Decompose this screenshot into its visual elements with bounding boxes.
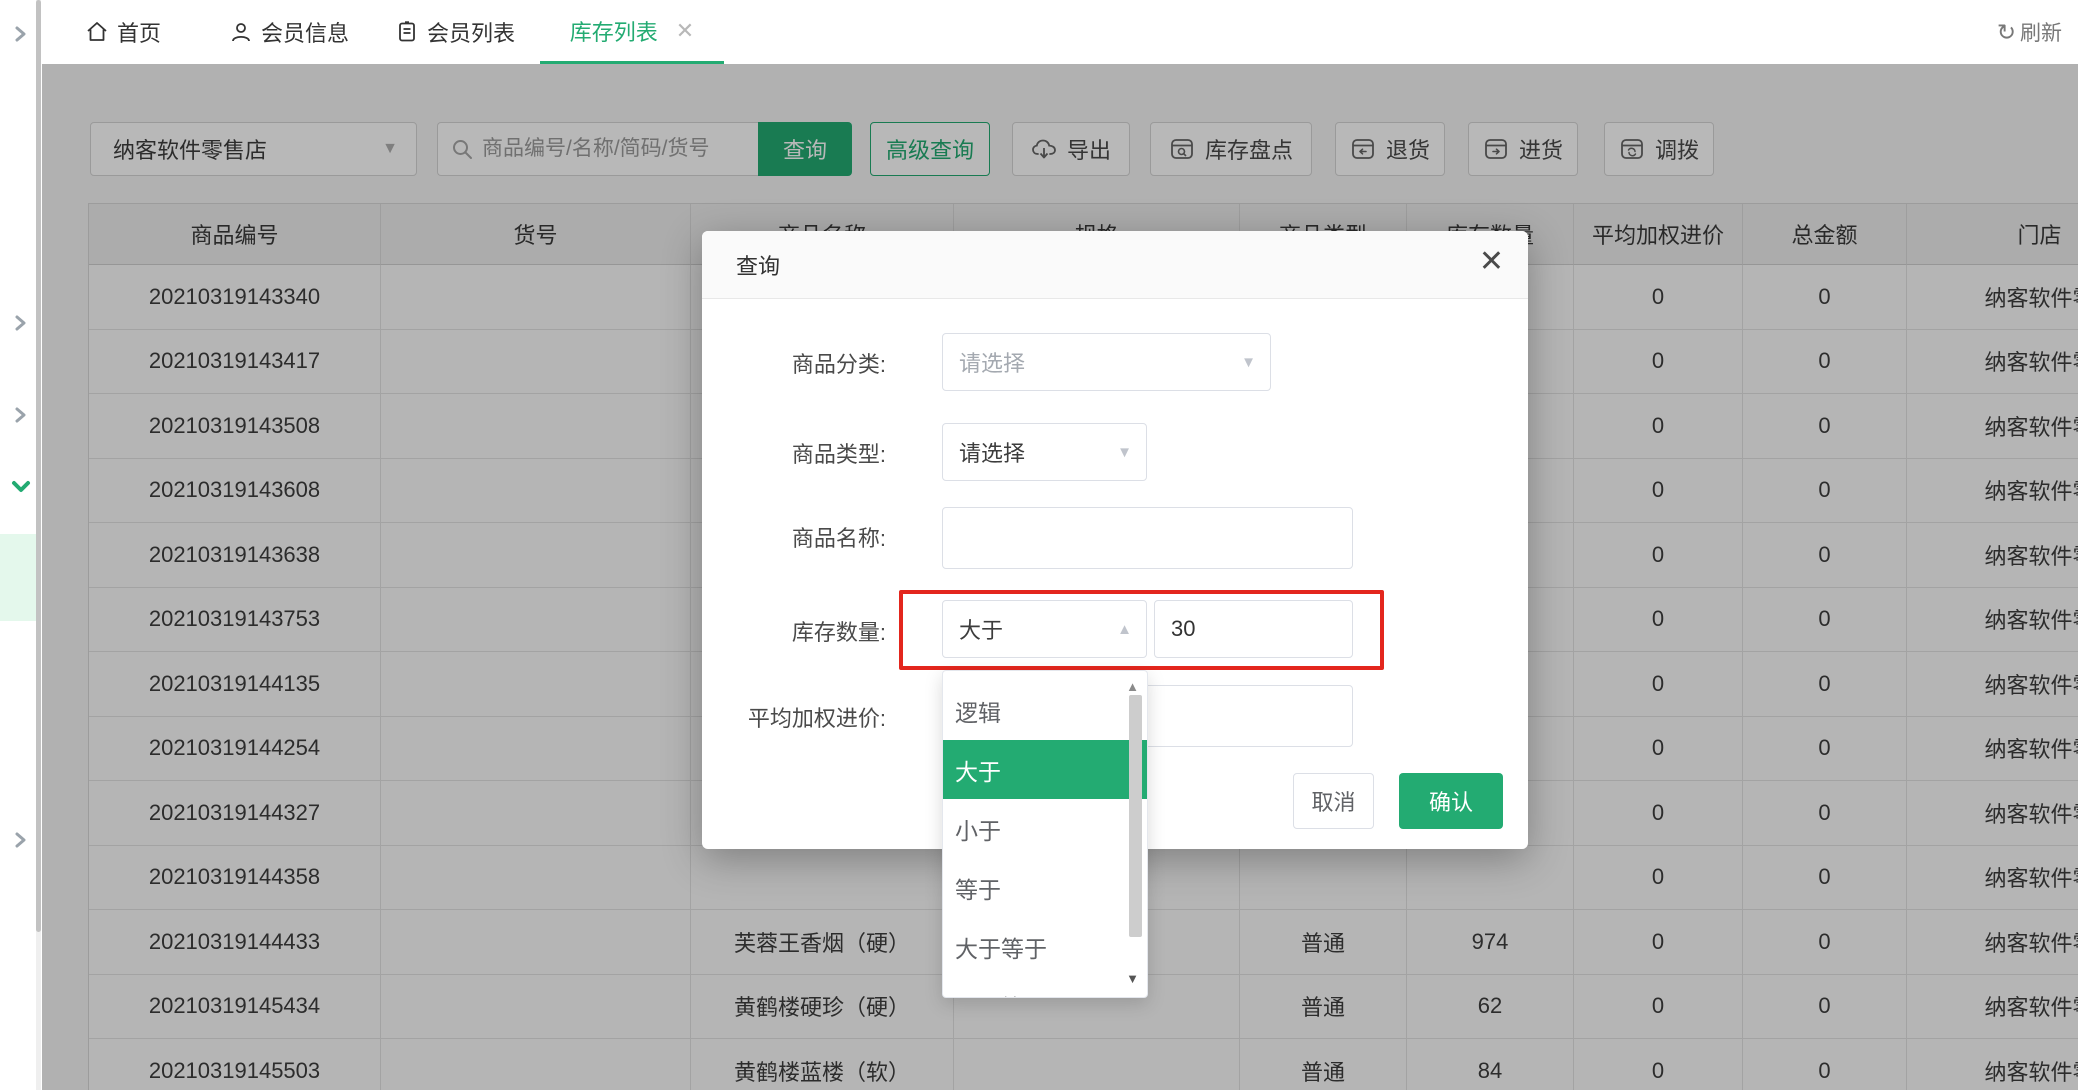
chevron-down-icon: ▼ [1241,354,1256,371]
modal-header: 查询 ✕ [702,231,1528,299]
category-select[interactable]: 请选择 ▼ [942,333,1271,391]
scroll-down-icon[interactable]: ▼ [1126,971,1139,986]
dropdown-option[interactable]: 等于 [943,858,1147,917]
dropdown-scrollbar-thumb[interactable] [1129,695,1142,937]
member-icon [229,20,253,44]
chevron-right-icon[interactable] [11,314,29,332]
list-icon [395,20,419,44]
tab-member-list[interactable]: 会员列表 [395,0,515,64]
stock-quantity-label: 库存数量: [702,615,886,647]
tab-bar: 首页 会员信息 会员列表 库存列表 ✕ ↻ 刷新 [42,0,2078,64]
chevron-down-icon[interactable] [11,477,29,495]
refresh-button[interactable]: ↻ 刷新 [1997,0,2062,64]
operator-dropdown: 逻辑大于小于等于大于等于小于等于 ▲ ▼ [942,670,1148,998]
dropdown-option[interactable]: 大于 [943,740,1147,799]
close-icon[interactable]: ✕ [1479,247,1504,277]
type-select[interactable]: 请选择 ▼ [942,423,1147,481]
dropdown-option[interactable]: 大于等于 [943,917,1147,976]
type-select-value: 请选择 [959,436,1025,468]
close-tab-icon[interactable]: ✕ [676,18,694,44]
tab-label: 会员列表 [427,16,515,48]
product-name-label: 商品名称: [702,521,886,553]
category-label: 商品分类: [702,347,886,379]
sidebar-expand-icon[interactable] [11,25,29,43]
cancel-button[interactable]: 取消 [1293,773,1374,829]
category-select-value: 请选择 [959,346,1025,378]
dropdown-option[interactable]: 逻辑 [943,681,1147,740]
stock-quantity-highlight [899,590,1384,670]
tab-member-info[interactable]: 会员信息 [229,0,349,64]
tab-label: 首页 [117,16,161,48]
confirm-button[interactable]: 确认 [1399,773,1503,829]
tab-home[interactable]: 首页 [85,0,161,64]
sidebar-scrollbar-thumb[interactable] [36,0,41,932]
left-sidebar [0,0,42,1090]
sidebar-active-item-highlight[interactable] [0,534,36,621]
dropdown-option[interactable]: 小于等于 [943,976,1147,998]
chevron-right-icon[interactable] [11,406,29,424]
type-label: 商品类型: [702,437,886,469]
modal-title: 查询 [736,249,780,281]
product-name-input[interactable] [942,507,1353,569]
refresh-label: 刷新 [2020,17,2062,47]
tab-label: 库存列表 [570,15,658,47]
dropdown-option[interactable]: 小于 [943,799,1147,858]
operator-dropdown-list: 逻辑大于小于等于大于等于小于等于 [943,681,1147,998]
home-icon [85,20,109,44]
chevron-down-icon: ▼ [1117,444,1132,461]
scroll-up-icon[interactable]: ▲ [1126,679,1139,694]
tab-label: 会员信息 [261,16,349,48]
refresh-icon: ↻ [1997,21,2016,44]
tab-inventory-list[interactable]: 库存列表 ✕ [540,0,724,64]
chevron-right-icon[interactable] [11,831,29,849]
avg-price-label: 平均加权进价: [702,701,886,733]
